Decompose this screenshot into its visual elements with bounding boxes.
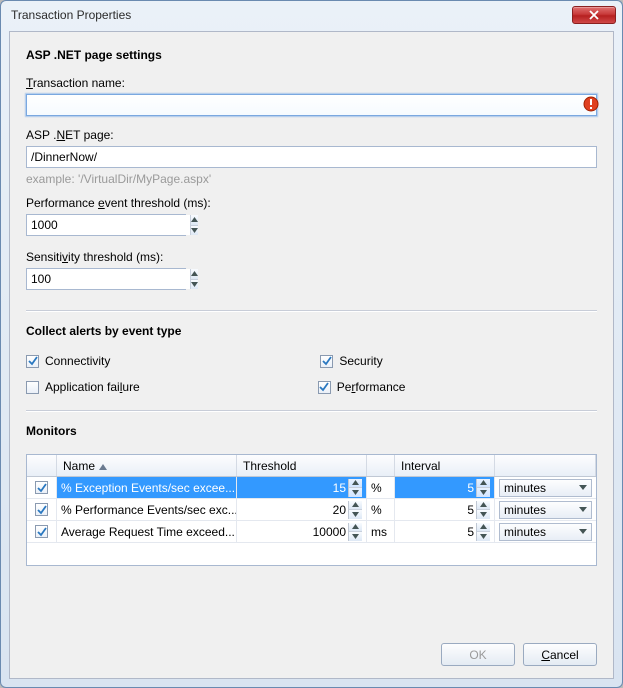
divider-1 (26, 310, 597, 312)
row-checkbox[interactable] (35, 525, 48, 538)
asp-page-hint: example: '/VirtualDir/MyPage.aspx' (26, 172, 597, 186)
threshold-up[interactable] (349, 479, 362, 489)
row-interval-unit[interactable]: minutes (495, 499, 596, 520)
connectivity-label: Connectivity (45, 354, 110, 368)
perf-threshold-up[interactable] (191, 215, 198, 226)
asp-page-input[interactable] (26, 146, 597, 168)
close-button[interactable] (572, 6, 616, 24)
appfailure-chk-box[interactable] (26, 381, 39, 394)
security-checkbox[interactable]: Security (320, 354, 382, 368)
col-header-check[interactable] (27, 455, 57, 476)
divider-2 (26, 410, 597, 412)
row-threshold[interactable]: 15 (237, 477, 367, 498)
chevron-down-icon (579, 507, 587, 513)
sens-threshold-spinner[interactable] (26, 268, 186, 290)
appfailure-label: Application failure (45, 380, 140, 394)
row-interval-unit[interactable]: minutes (495, 477, 596, 498)
ok-button[interactable]: OK (441, 643, 515, 666)
interval-down[interactable] (477, 510, 490, 519)
chevron-down-icon (579, 529, 587, 535)
col-header-interval[interactable]: Interval (395, 455, 495, 476)
row-name: Average Request Time exceed... (57, 521, 237, 542)
performance-chk-box[interactable] (318, 381, 331, 394)
dialog-window: Transaction Properties ASP .NET page set… (0, 0, 623, 688)
button-row: OK Cancel (26, 635, 597, 666)
collect-alerts-heading: Collect alerts by event type (26, 324, 597, 338)
monitors-heading: Monitors (26, 424, 597, 438)
row-interval[interactable]: 5 (395, 499, 495, 520)
table-row[interactable]: Average Request Time exceed... 10000 ms … (27, 521, 596, 543)
security-label: Security (339, 354, 382, 368)
row-name: % Performance Events/sec exc... (57, 499, 237, 520)
perf-threshold-down[interactable] (191, 226, 198, 236)
row-interval[interactable]: 5 (395, 477, 495, 498)
threshold-down[interactable] (349, 488, 362, 497)
error-icon (583, 96, 599, 112)
sens-threshold-input[interactable] (27, 269, 190, 289)
row-name: % Exception Events/sec excee... (57, 477, 237, 498)
interval-up[interactable] (477, 501, 490, 511)
table-row[interactable]: % Exception Events/sec excee... 15 % 5 m… (27, 477, 596, 499)
interval-up[interactable] (477, 479, 490, 489)
performance-label: Performance (337, 380, 406, 394)
sens-threshold-label: Sensitivity threshold (ms): (26, 250, 597, 264)
interval-down[interactable] (477, 488, 490, 497)
connectivity-checkbox[interactable]: Connectivity (26, 354, 110, 368)
close-icon (589, 10, 599, 20)
content-panel: ASP .NET page settings Transaction name:… (9, 31, 614, 679)
row-threshold[interactable]: 20 (237, 499, 367, 520)
row-unit: ms (367, 521, 395, 542)
col-header-threshold[interactable]: Threshold (237, 455, 367, 476)
row-interval-unit[interactable]: minutes (495, 521, 596, 542)
transaction-name-label: Transaction name: (26, 76, 597, 90)
perf-threshold-label: Performance event threshold (ms): (26, 196, 597, 210)
row-threshold[interactable]: 10000 (237, 521, 367, 542)
sens-threshold-down[interactable] (191, 280, 198, 290)
sens-threshold-up[interactable] (191, 269, 198, 280)
col-header-unit (367, 455, 395, 476)
row-checkbox[interactable] (35, 481, 48, 494)
interval-up[interactable] (477, 523, 490, 533)
monitors-grid: Name Threshold Interval % Exception Even… (26, 454, 597, 566)
row-unit: % (367, 499, 395, 520)
threshold-down[interactable] (349, 510, 362, 519)
performance-checkbox[interactable]: Performance (318, 380, 406, 394)
window-title: Transaction Properties (11, 8, 572, 22)
cancel-button[interactable]: Cancel (523, 643, 597, 666)
row-interval[interactable]: 5 (395, 521, 495, 542)
perf-threshold-spinner[interactable] (26, 214, 186, 236)
titlebar[interactable]: Transaction Properties (1, 1, 622, 29)
sort-arrow-icon (99, 459, 107, 473)
col-header-intunit (495, 455, 596, 476)
table-row[interactable]: % Performance Events/sec exc... 20 % 5 m… (27, 499, 596, 521)
threshold-down[interactable] (349, 532, 362, 541)
grid-body: % Exception Events/sec excee... 15 % 5 m… (27, 477, 596, 543)
perf-threshold-input[interactable] (27, 215, 190, 235)
chevron-down-icon (579, 485, 587, 491)
appfailure-checkbox[interactable]: Application failure (26, 380, 140, 394)
asp-settings-heading: ASP .NET page settings (26, 48, 597, 62)
grid-header: Name Threshold Interval (27, 455, 596, 477)
threshold-up[interactable] (349, 523, 362, 533)
interval-down[interactable] (477, 532, 490, 541)
transaction-name-input[interactable] (26, 94, 597, 116)
col-header-name[interactable]: Name (57, 455, 237, 476)
connectivity-chk-box[interactable] (26, 355, 39, 368)
security-chk-box[interactable] (320, 355, 333, 368)
row-checkbox[interactable] (35, 503, 48, 516)
asp-page-label: ASP .NET page: (26, 128, 597, 142)
row-unit: % (367, 477, 395, 498)
threshold-up[interactable] (349, 501, 362, 511)
